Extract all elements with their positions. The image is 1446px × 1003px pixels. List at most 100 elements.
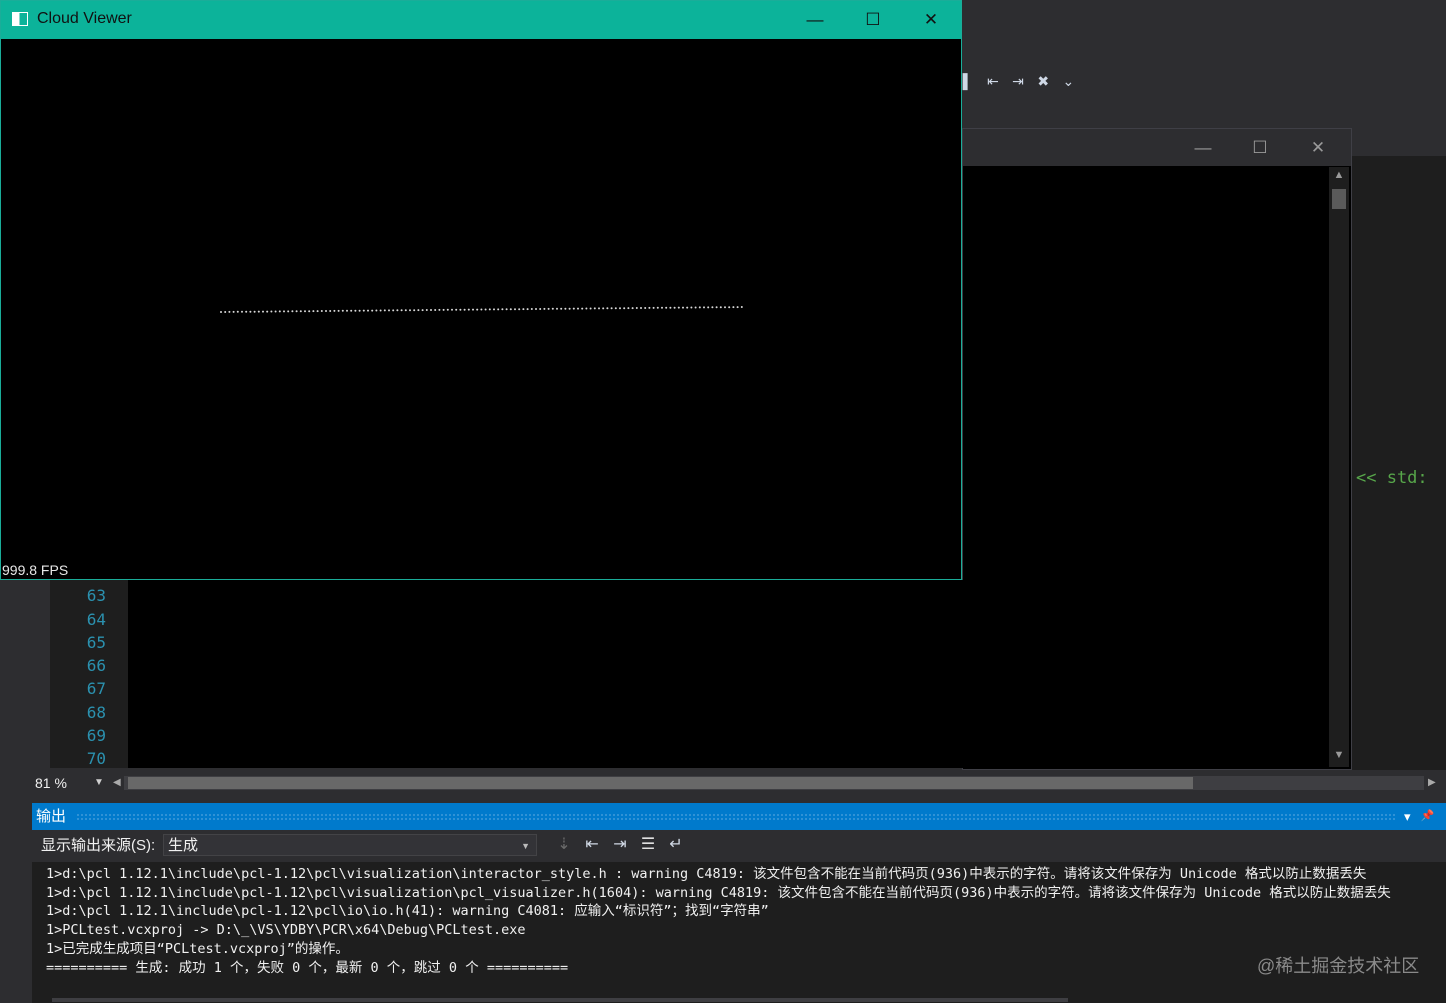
cloud-point bbox=[362, 309, 365, 312]
output-source-label: 显示输出来源(S): bbox=[41, 837, 156, 854]
cloud-point bbox=[514, 308, 516, 311]
cloud-point bbox=[669, 306, 672, 309]
viewer-titlebar[interactable]: Cloud Viewer — ☐ ✕ bbox=[1, 1, 961, 39]
console-maximize-button[interactable]: ☐ bbox=[1231, 129, 1289, 166]
cloud-point bbox=[526, 308, 529, 311]
output-header-actions: ▾ 📌 bbox=[1404, 803, 1434, 830]
scroll-down-icon[interactable]: ▼ bbox=[1329, 749, 1349, 761]
cloud-point bbox=[236, 310, 239, 313]
cloud-point bbox=[371, 309, 374, 312]
cloud-point bbox=[665, 306, 668, 309]
zoom-caret-icon[interactable]: ▼ bbox=[94, 773, 104, 793]
cloud-point bbox=[652, 306, 655, 309]
cloud-point bbox=[505, 308, 508, 311]
output-line: 1>d:\pcl 1.12.1\include\pcl-1.12\pcl\io\… bbox=[46, 903, 769, 919]
output-horizontal-scrollbar[interactable] bbox=[52, 998, 1068, 1002]
cloud-point bbox=[677, 306, 680, 309]
cloud-point bbox=[619, 307, 621, 310]
cloud-point bbox=[539, 308, 542, 310]
cloud-point bbox=[522, 308, 525, 311]
cloud-point bbox=[472, 308, 474, 311]
cloud-point bbox=[220, 311, 222, 313]
console-titlebar[interactable]: — ☐ ✕ bbox=[963, 129, 1351, 166]
cloud-point bbox=[476, 308, 479, 311]
pin-icon[interactable]: 📌 bbox=[1421, 803, 1435, 830]
ide-toolbar: ▌ ⇤ ⇥ ✖ ⌄ bbox=[958, 68, 1078, 94]
point-cloud-render[interactable] bbox=[1, 39, 961, 579]
scroll-up-icon[interactable]: ▲ bbox=[1329, 169, 1349, 181]
line-number: 67 bbox=[86, 679, 106, 698]
cloud-point bbox=[312, 310, 315, 313]
find-next-icon[interactable]: ⇥ bbox=[610, 834, 630, 856]
header-grip bbox=[76, 813, 1396, 821]
cloud-point bbox=[270, 310, 273, 313]
window-title: Cloud Viewer bbox=[37, 10, 132, 27]
console-minimize-button[interactable]: — bbox=[1174, 129, 1232, 166]
cloud-point bbox=[409, 309, 411, 312]
cloud-point bbox=[707, 306, 710, 309]
cloud-viewer-window[interactable]: Cloud Viewer — ☐ ✕ 999.8 FPS bbox=[0, 0, 962, 580]
cloud-point bbox=[740, 306, 743, 308]
next-bookmark-icon[interactable]: ⇥ bbox=[1008, 73, 1027, 90]
cloud-point bbox=[383, 309, 386, 312]
viewer-close-button[interactable]: ✕ bbox=[902, 1, 960, 39]
cloud-point bbox=[572, 307, 575, 310]
console-content bbox=[128, 580, 1328, 768]
horizontal-scroll-thumb[interactable] bbox=[128, 777, 1193, 789]
cloud-point bbox=[543, 307, 546, 310]
cloud-point bbox=[278, 310, 281, 313]
cloud-point bbox=[367, 309, 369, 312]
word-wrap-icon[interactable]: ↵ bbox=[666, 834, 686, 856]
cloud-point bbox=[593, 307, 596, 310]
output-line: 1>d:\pcl 1.12.1\include\pcl-1.12\pcl\vis… bbox=[46, 885, 1391, 901]
output-line: ========== 生成: 成功 1 个，失败 0 个，最新 0 个，跳过 0… bbox=[46, 960, 569, 976]
output-source-select[interactable]: 生成 ▼ bbox=[163, 834, 537, 856]
cloud-point bbox=[346, 309, 348, 312]
cloud-point bbox=[232, 310, 235, 313]
cloud-point bbox=[484, 308, 487, 311]
console-scroll-thumb[interactable] bbox=[1332, 189, 1346, 209]
console-scrollbar[interactable]: ▲ ▼ bbox=[1329, 167, 1349, 767]
cloud-point bbox=[228, 310, 231, 313]
clear-bookmarks-icon[interactable]: ✖ bbox=[1034, 73, 1053, 90]
cloud-point bbox=[560, 307, 563, 310]
cloud-point bbox=[245, 310, 248, 313]
line-number: 65 bbox=[86, 633, 106, 652]
scroll-right-icon[interactable]: ▶ bbox=[1428, 773, 1436, 793]
prev-bookmark-icon[interactable]: ⇤ bbox=[983, 73, 1002, 90]
cloud-point bbox=[640, 307, 642, 309]
cloud-point bbox=[480, 308, 483, 311]
viewer-maximize-button[interactable]: ☐ bbox=[844, 1, 902, 39]
cloud-point bbox=[341, 309, 344, 312]
scroll-left-icon[interactable]: ◀ bbox=[113, 773, 121, 793]
cloud-point bbox=[719, 306, 722, 309]
cloud-point bbox=[715, 306, 718, 309]
cloud-point bbox=[568, 307, 571, 310]
toolbar-overflow-icon[interactable]: ⌄ bbox=[1059, 73, 1078, 90]
panel-menu-icon[interactable]: ▾ bbox=[1404, 803, 1411, 830]
cloud-point bbox=[266, 310, 269, 313]
clear-all-icon[interactable]: ☰ bbox=[638, 834, 658, 856]
cloud-point bbox=[509, 308, 512, 311]
chevron-down-icon: ▼ bbox=[521, 841, 530, 851]
find-previous-icon[interactable]: ⇤ bbox=[582, 834, 602, 856]
cloud-point bbox=[308, 310, 311, 313]
cloud-point bbox=[253, 310, 256, 313]
line-number: 69 bbox=[86, 726, 106, 745]
cloud-point bbox=[262, 310, 264, 313]
viewer-minimize-button[interactable]: — bbox=[786, 1, 844, 39]
cloud-point bbox=[488, 308, 491, 311]
line-number: 64 bbox=[86, 610, 106, 629]
output-line: 1>已完成生成项目“PCLtest.vcxproj”的操作。 bbox=[46, 941, 349, 957]
cloud-point bbox=[425, 309, 428, 311]
cloud-point bbox=[585, 307, 588, 310]
cloud-point bbox=[631, 307, 634, 310]
cloud-point bbox=[404, 309, 407, 312]
cloud-point bbox=[333, 309, 336, 312]
console-close-button[interactable]: ✕ bbox=[1289, 129, 1347, 166]
cloud-point bbox=[329, 310, 332, 312]
go-to-next-message-icon[interactable]: ⇣ bbox=[554, 834, 574, 856]
watermark: @稀土掘金技术社区 bbox=[1257, 956, 1420, 976]
cloud-point bbox=[547, 307, 550, 310]
cloud-point bbox=[375, 309, 378, 312]
